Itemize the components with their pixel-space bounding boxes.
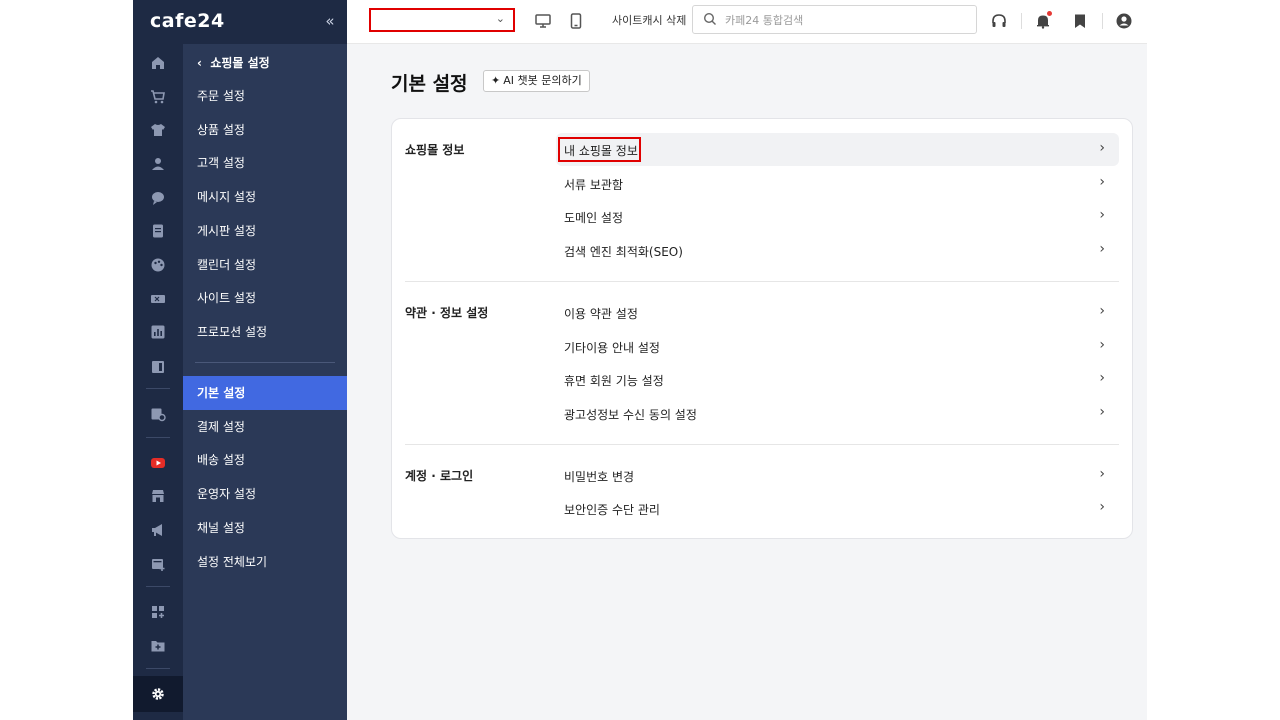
chevron-right-icon: › <box>1099 337 1105 353</box>
ai-chatbot-button[interactable]: ✦ AI 챗봇 문의하기 <box>483 70 590 92</box>
layout-icon[interactable] <box>148 357 168 377</box>
settings-row-domain[interactable]: 도메인 설정 › <box>556 200 1119 233</box>
row-label: 기타이용 안내 설정 <box>564 341 660 355</box>
row-label: 이용 약관 설정 <box>564 307 638 321</box>
section-divider <box>405 444 1119 445</box>
section-title-shop-info: 쇼핑몰 정보 <box>405 143 465 157</box>
settings-row-document-box[interactable]: 서류 보관함 › <box>556 167 1119 200</box>
youtube-icon[interactable] <box>148 453 168 473</box>
header-divider <box>1021 13 1022 29</box>
row-label: 광고성정보 수신 동의 설정 <box>564 408 697 422</box>
settings-submenu: ‹ 쇼핑몰 설정 주문 설정 상품 설정 고객 설정 메시지 설정 게시판 설정… <box>183 44 347 720</box>
chevron-right-icon: › <box>1099 174 1105 190</box>
palette-icon[interactable] <box>148 255 168 275</box>
chevron-down-icon: ⌄ <box>495 12 505 25</box>
submenu-item-message[interactable]: 메시지 설정 <box>183 180 347 214</box>
collapse-sidebar-button[interactable]: « <box>320 11 340 31</box>
submenu-item-product[interactable]: 상품 설정 <box>183 113 347 147</box>
chevron-right-icon: › <box>1099 140 1105 156</box>
sparkle-icon: ✦ <box>491 74 501 87</box>
settings-row-dormant-member[interactable]: 휴면 회원 기능 설정 › <box>556 363 1119 396</box>
settings-row-seo[interactable]: 검색 엔진 최적화(SEO) › <box>556 234 1119 267</box>
gear-icon[interactable] <box>148 684 168 704</box>
shirt-icon[interactable] <box>148 120 168 140</box>
megaphone-icon[interactable] <box>148 520 168 540</box>
chevron-right-icon: › <box>1099 207 1105 223</box>
rail-divider <box>146 437 170 438</box>
page-title: 기본 설정 <box>391 73 468 95</box>
submenu-item-board[interactable]: 게시판 설정 <box>183 214 347 248</box>
row-label: 휴면 회원 기능 설정 <box>564 374 664 388</box>
mobile-icon[interactable] <box>566 11 586 31</box>
settings-row-security-auth[interactable]: 보안인증 수단 관리 › <box>556 492 1119 525</box>
submenu-item-customer[interactable]: 고객 설정 <box>183 146 347 180</box>
submenu-item-promotion[interactable]: 프로모션 설정 <box>183 315 347 349</box>
row-label: 서류 보관함 <box>564 178 624 192</box>
user-icon[interactable] <box>148 154 168 174</box>
settings-row-my-shop-info[interactable]: 내 쇼핑몰 정보 › <box>556 133 1119 166</box>
chevron-right-icon: › <box>1099 499 1105 515</box>
shop-add-icon[interactable] <box>148 554 168 574</box>
board-icon[interactable] <box>148 221 168 241</box>
settings-row-terms-of-use[interactable]: 이용 약관 설정 › <box>556 296 1119 329</box>
ai-chatbot-label: AI 챗봇 문의하기 <box>503 74 582 87</box>
section-title-account-login: 계정 · 로그인 <box>405 469 474 483</box>
rail-divider <box>146 668 170 669</box>
submenu-item-channel[interactable]: 채널 설정 <box>183 511 347 545</box>
settings-row-change-password[interactable]: 비밀번호 변경 › <box>556 459 1119 492</box>
submenu-item-order[interactable]: 주문 설정 <box>183 79 347 113</box>
submenu-item-operator[interactable]: 운영자 설정 <box>183 477 347 511</box>
bookmark-icon[interactable] <box>1070 11 1090 31</box>
submenu-item-calendar[interactable]: 캘린더 설정 <box>183 248 347 282</box>
desktop-icon[interactable] <box>533 11 553 31</box>
app-frame: cafe24 « ‹ 쇼핑몰 설정 주문 설정 상품 설정 고객 설정 메시지 … <box>0 0 1280 720</box>
apps-icon[interactable] <box>148 602 168 622</box>
submenu-item-basic[interactable]: 기본 설정 <box>183 376 347 410</box>
submenu-back-link[interactable]: ‹ 쇼핑몰 설정 <box>197 54 270 71</box>
headset-icon[interactable] <box>989 11 1009 31</box>
highlight-box <box>558 137 641 162</box>
chevron-right-icon: › <box>1099 404 1105 420</box>
site-cache-clear-button[interactable]: 사이트캐시 삭제 <box>612 12 686 28</box>
row-label: 검색 엔진 최적화(SEO) <box>564 245 683 259</box>
home-icon[interactable] <box>148 53 168 73</box>
settings-row-ad-consent[interactable]: 광고성정보 수신 동의 설정 › <box>556 397 1119 430</box>
mall-select-dropdown[interactable]: ⌄ <box>369 8 515 32</box>
row-label: 비밀번호 변경 <box>564 470 635 484</box>
chat-icon[interactable] <box>148 188 168 208</box>
submenu-back-label: 쇼핑몰 설정 <box>210 56 270 70</box>
account-icon[interactable] <box>1114 11 1134 31</box>
folder-add-icon[interactable] <box>148 636 168 656</box>
rail-divider <box>146 388 170 389</box>
submenu-item-all-settings[interactable]: 설정 전체보기 <box>183 545 347 579</box>
search-input[interactable]: 카페24 통합검색 <box>725 12 803 28</box>
cafe24-logo[interactable]: cafe24 <box>150 10 225 32</box>
store-icon[interactable] <box>148 486 168 506</box>
section-title-terms: 약관 · 정보 설정 <box>405 306 489 320</box>
submenu-divider <box>195 362 335 363</box>
chevron-right-icon: › <box>1099 303 1105 319</box>
settings-row-other-usage-guide[interactable]: 기타이용 안내 설정 › <box>556 330 1119 363</box>
search-box[interactable]: 카페24 통합검색 <box>692 5 977 34</box>
row-label: 도메인 설정 <box>564 211 624 225</box>
submenu-item-payment[interactable]: 결제 설정 <box>183 410 347 444</box>
search-icon <box>703 12 716 25</box>
chart-icon[interactable] <box>148 322 168 342</box>
notification-badge <box>1047 11 1052 16</box>
ticket-icon[interactable] <box>148 289 168 309</box>
submenu-item-site[interactable]: 사이트 설정 <box>183 281 347 315</box>
chevron-right-icon: › <box>1099 241 1105 257</box>
chevron-right-icon: › <box>1099 370 1105 386</box>
chevron-right-icon: › <box>1099 466 1105 482</box>
submenu-item-shipping[interactable]: 배송 설정 <box>183 443 347 477</box>
row-label: 보안인증 수단 관리 <box>564 503 660 517</box>
cart-icon[interactable] <box>148 87 168 107</box>
section-divider <box>405 281 1119 282</box>
settings-store-icon[interactable] <box>148 404 168 424</box>
rail-divider <box>146 586 170 587</box>
header-divider <box>1102 13 1103 29</box>
